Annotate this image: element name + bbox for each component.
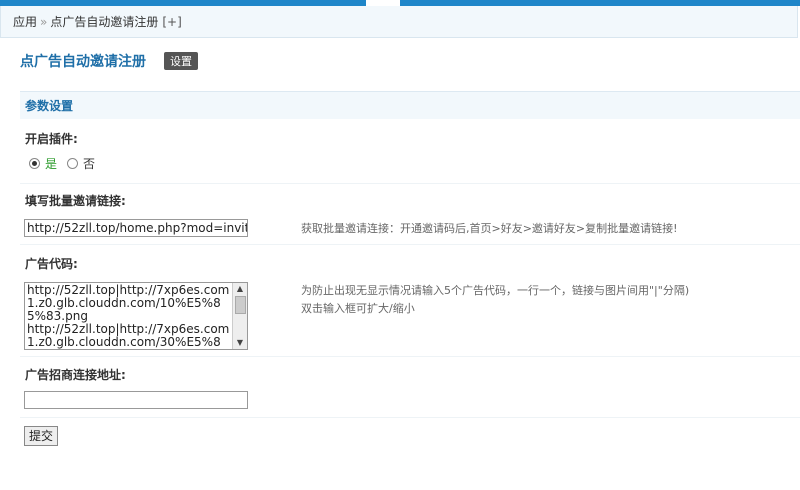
breadcrumb-separator: » xyxy=(40,15,48,29)
ad-code-hint-line1: 为防止出现无显示情况请输入5个广告代码，一行一个，链接与图片间用"|"分隔) xyxy=(301,284,690,297)
divider xyxy=(20,244,800,245)
ad-code-textarea[interactable]: http://52zll.top|http://7xp6es.com1.z0.g… xyxy=(24,282,248,350)
enable-yes-label[interactable]: 是 xyxy=(45,155,57,172)
breadcrumb-root-link[interactable]: 应用 xyxy=(13,15,37,29)
section-header: 参数设置 xyxy=(20,91,800,119)
enable-plugin-label: 开启插件: xyxy=(25,132,78,146)
breadcrumb-current: 点广告自动邀请注册 xyxy=(50,15,159,29)
scroll-thumb[interactable] xyxy=(235,296,246,314)
divider xyxy=(20,183,800,184)
ad-code-scrollbar[interactable]: ▲ ▼ xyxy=(232,283,247,349)
divider xyxy=(20,356,800,357)
invite-link-label: 填写批量邀请链接: xyxy=(25,194,126,208)
enable-yes-radio[interactable] xyxy=(29,158,40,169)
add-shortcut-link[interactable]: [+] xyxy=(162,15,181,29)
ad-code-text: http://52zll.top|http://7xp6es.com1.z0.g… xyxy=(27,283,230,350)
ad-code-label: 广告代码: xyxy=(25,257,78,271)
enable-no-radio[interactable] xyxy=(67,158,79,169)
page-header: 点广告自动邀请注册 设置 xyxy=(20,50,198,72)
divider xyxy=(20,417,800,418)
ad-address-input[interactable] xyxy=(24,391,248,409)
enable-radio-group: 是 否 xyxy=(29,155,105,172)
scroll-up-icon[interactable]: ▲ xyxy=(233,283,247,295)
ad-code-hint: 为防止出现无显示情况请输入5个广告代码，一行一个，链接与图片间用"|"分隔) 双… xyxy=(301,282,689,318)
page-title: 点广告自动邀请注册 xyxy=(20,54,146,70)
enable-no-label[interactable]: 否 xyxy=(83,155,95,172)
ad-code-hint-line2: 双击输入框可扩大/缩小 xyxy=(301,302,415,315)
ad-address-label: 广告招商连接地址: xyxy=(25,368,126,382)
breadcrumb: 应用» 点广告自动邀请注册 [+] xyxy=(0,6,798,38)
settings-button[interactable]: 设置 xyxy=(164,52,198,70)
scroll-down-icon[interactable]: ▼ xyxy=(233,337,247,349)
submit-button[interactable]: 提交 xyxy=(24,426,59,446)
invite-link-hint: 获取批量邀请连接：开通邀请码后,首页>好友>邀请好友>复制批量邀请链接! xyxy=(301,222,678,235)
invite-link-input[interactable]: http://52zll.top/home.php?mod=invite& xyxy=(24,219,248,237)
